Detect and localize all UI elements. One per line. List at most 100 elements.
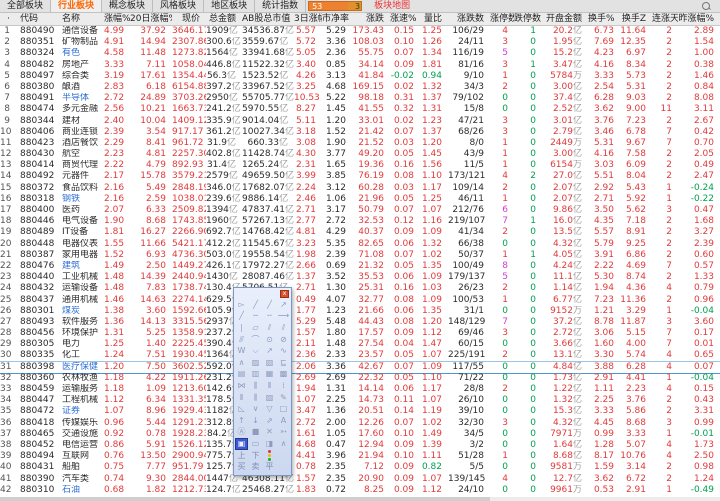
table-row[interactable]: 24880432运输设备1.487.831738.74130.4亿5706.51… — [0, 283, 720, 294]
bowtie-tool-icon[interactable]: ⋈ — [235, 380, 248, 392]
channel-tool-icon[interactable]: ⫽ — [277, 322, 290, 334]
column-header-2[interactable]: 名称 — [58, 13, 104, 25]
column-header-4[interactable]: 20日涨幅% — [130, 13, 172, 25]
tab-sector-3[interactable]: 风格板块 — [153, 0, 205, 12]
arrow-line-tool-icon[interactable]: ↗ — [277, 299, 290, 311]
drawing-tools-titlebar[interactable]: x — [234, 288, 291, 299]
table-row[interactable]: 27880493软件服务1.3614.133315.562937亿5.295.4… — [0, 317, 720, 328]
up-label-tool-icon[interactable]: 上 — [235, 450, 248, 462]
table-row[interactable]: 29880305电力1.251.402225.45390.4亿2.111.482… — [0, 339, 720, 350]
horizontal-scrollbar-thumb[interactable] — [0, 497, 490, 501]
bracket-tool-icon[interactable]: ⊑ — [277, 357, 290, 369]
table-row[interactable]: 23 880440 工业机械 1.48 14.39 2440.94 1430亿 28087.4… — [0, 272, 720, 283]
table-row[interactable]: 3 880324 有色 4.58 11.48 1273.82 1564亿 33941.68亿 5… — [0, 48, 720, 59]
fan-tool-icon[interactable]: ◺ — [235, 403, 248, 415]
table-row[interactable]: 15 880372 食品饮料 2.16 5.49 2848.19 346.0亿 17682.0… — [0, 183, 720, 194]
pattern-box-tool-icon[interactable]: ▨ — [249, 357, 262, 369]
column-header-17[interactable]: 换手% — [588, 13, 620, 25]
hollow-box-tool-icon[interactable]: ▭ — [249, 438, 262, 450]
line-tool-icon[interactable]: ╱ — [249, 299, 262, 311]
bars3-tool-icon[interactable]: ⫴ — [235, 392, 248, 404]
buy-tool-icon[interactable]: 买 — [235, 461, 248, 473]
arrow-up-tool-icon[interactable]: ↑ — [235, 415, 248, 427]
table-row[interactable]: 21 880387 家用电器 1.52 6.93 4736.30 503.0亿 19558.5… — [0, 250, 720, 261]
grid-tool-icon[interactable]: ▦ — [263, 369, 276, 381]
selected-box-tool-icon[interactable]: ▣ — [235, 438, 248, 450]
down-triangle-tool-icon[interactable]: ▽ — [263, 403, 276, 415]
text-tool-icon[interactable]: A — [277, 415, 290, 427]
diagonal-arrow-tool-icon[interactable]: ⇗ — [263, 415, 276, 427]
callout-tool-icon[interactable]: ➳ — [277, 427, 290, 439]
table-row[interactable]: 36880418传媒娱乐0.965.441291.21312.8亿2.722.0… — [0, 418, 720, 429]
table-row[interactable]: 10 880406 商业连锁 2.39 3.54 917.17 361.2亿 10027.34… — [0, 127, 720, 138]
table-row[interactable]: 26880301煤炭1.383.601592.66105.9亿1.771.232… — [0, 306, 720, 317]
table-row[interactable]: 11 880423 酒店餐饮 2.29 8.41 961.72 31.9亿 660.33亿 3.… — [0, 138, 720, 149]
wave-tool-icon[interactable]: ∿ — [277, 345, 290, 357]
tab-sector-5[interactable]: 统计指数 — [255, 0, 307, 12]
hatch-lines-tool-icon[interactable]: ⫻ — [235, 334, 248, 346]
column-header-7[interactable]: AB股总市值 — [242, 13, 294, 25]
grid-lines-tool-icon[interactable]: ▤ — [235, 369, 248, 381]
rectangle-tool-icon[interactable]: □ — [277, 403, 290, 415]
text-circle-tool-icon[interactable]: Ⓐ — [235, 427, 248, 439]
flat-tool-icon[interactable]: 平 — [263, 461, 276, 473]
updown-line-tool-icon[interactable]: ↗ — [263, 345, 276, 357]
table-row[interactable]: 34880447工程机械1.126.341331.35178.5亿1.072.2… — [0, 395, 720, 406]
search-icon[interactable] — [700, 0, 712, 12]
table-row[interactable]: 25880437通用机械1.4614.632274.14629.5亿0.494.… — [0, 295, 720, 306]
arc-tool-icon[interactable]: ⌒ — [249, 334, 262, 346]
bars4-tool-icon[interactable]: ⫼ — [249, 392, 262, 404]
parallel-lines-tool-icon[interactable]: ⫽ — [263, 322, 276, 334]
sector-map-link[interactable]: 板块地图 — [368, 0, 416, 12]
table-row[interactable]: 14 880492 元器件 2.17 15.78 3579.21 2579亿 49659.50… — [0, 171, 720, 182]
table-row[interactable]: 16 880318 钢铁 2.16 2.59 1038.01 239.6亿 9886.14亿 2… — [0, 194, 720, 205]
table-row[interactable]: 33880459运输服务1.181.091213.60142.6亿1.941.3… — [0, 384, 720, 395]
ellipse-tool-icon[interactable]: ⊘ — [277, 334, 290, 346]
filled-box-tool-icon[interactable]: ■ — [249, 427, 262, 439]
column-header-6[interactable]: 总金额 — [206, 13, 242, 25]
traffic-light-icon[interactable] — [263, 450, 276, 462]
trendline-tool-icon[interactable]: ╱ — [263, 299, 276, 311]
arrow-down-tool-icon[interactable]: ↓ — [249, 415, 262, 427]
tab-industry-sectors[interactable]: 行业板块 — [51, 0, 103, 12]
column-header-20[interactable]: 昨涨幅% — [678, 13, 720, 25]
column-header-8[interactable]: 3日涨幅% — [294, 13, 322, 25]
column-header-seq[interactable]: · — [0, 13, 16, 25]
table-row[interactable]: 2 880351 矿物制品 4.91 14.94 2307.86 300.6亿 3559.67… — [0, 37, 720, 48]
table-row[interactable]: 28880456环境保护1.315.251358.91237.2亿1.571.8… — [0, 328, 720, 339]
table-row[interactable]: 1 880490 通信设备 4.99 37.92 3646.17 1909亿 34536.87… — [0, 26, 720, 37]
column-header-1[interactable]: 代码 — [16, 13, 58, 25]
tab-sector-2[interactable]: 概念板块 — [102, 0, 154, 12]
table-row[interactable]: 39880494互联网0.7613.502900.94775.7亿4.413.9… — [0, 451, 720, 462]
horizontal-scrollbar[interactable] — [0, 497, 720, 501]
check-down-tool-icon[interactable]: ∨ — [249, 403, 262, 415]
column-header-3[interactable]: 涨幅%↓ — [104, 13, 130, 25]
wave-w-tool-icon[interactable]: W — [235, 345, 248, 357]
parallelogram-tool-icon[interactable]: ▱ — [249, 322, 262, 334]
table-row[interactable]: 19 880489 IT设备 1.81 16.27 2266.90 692.7亿 14768.… — [0, 227, 720, 238]
table-row[interactable]: 32880360农林牧渔1.184.221911.26231.2亿2.692.6… — [0, 373, 720, 384]
pointer-tool-icon[interactable]: ▻ — [235, 299, 248, 311]
dotted-bars-tool-icon[interactable]: ⁞ — [277, 380, 290, 392]
table-row[interactable]: 8 880474 多元金融 2.56 10.21 1663.73 241.2亿 5970.55… — [0, 104, 720, 115]
segment-tool-icon[interactable]: ╱ — [235, 311, 248, 323]
table-row[interactable]: 12 880430 航空 2.23 4.81 2257.30 402.8亿 11428.74亿… — [0, 149, 720, 160]
table-row[interactable]: 40880431船舶0.757.77951.79125.7亿0.782.357.… — [0, 462, 720, 473]
column-header-16[interactable]: 开盘金额 — [542, 13, 588, 25]
delete-tool-icon[interactable]: ✕ — [263, 427, 276, 439]
column-header-12[interactable]: 量比 — [420, 13, 448, 25]
pattern-box2-tool-icon[interactable]: ▧ — [263, 357, 276, 369]
table-row[interactable]: 30880335化工1.247.511930.451364亿2.362.3323… — [0, 350, 720, 361]
grid-lines2-tool-icon[interactable]: ▥ — [249, 369, 262, 381]
table-row[interactable]: 6 880380 酿酒 2.83 6.18 6154.88 397.2亿 33967.52亿 3… — [0, 82, 720, 93]
column-header-18[interactable]: 换手Z — [620, 13, 652, 25]
close-icon[interactable]: x — [280, 290, 289, 298]
down-label-tool-icon[interactable]: 下 — [249, 450, 262, 462]
column-header-14[interactable]: 涨停数 — [490, 13, 514, 25]
vertical-line-tool-icon[interactable]: ∣ — [235, 322, 248, 334]
triangle-wave-tool-icon[interactable]: ∧ — [235, 357, 248, 369]
table-row[interactable]: 20 880448 电器仪表 1.55 11.66 5421.17 412.2亿 11545.… — [0, 239, 720, 250]
tab-sector-4[interactable]: 地区板块 — [204, 0, 256, 12]
column-header-13[interactable]: 涨跌数 — [448, 13, 490, 25]
table-row[interactable]: 5 880497 综合类 3.19 17.61 1354.44 56.3亿 1523.52亿 4… — [0, 71, 720, 82]
